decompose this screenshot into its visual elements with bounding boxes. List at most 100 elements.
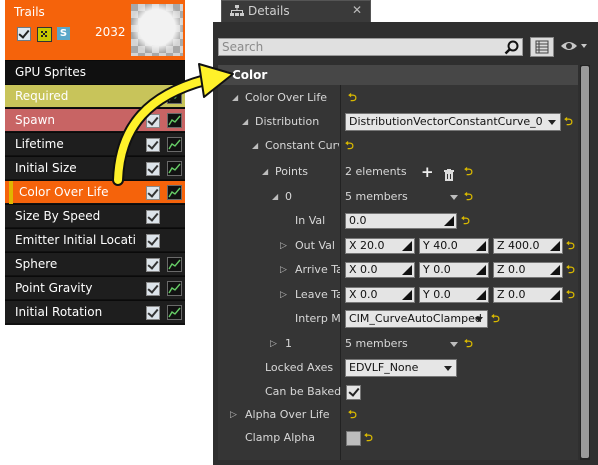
tab-details[interactable]: Details ✕ (221, 0, 371, 22)
prop-row-alpha-over-life[interactable]: ▷ Alpha Over Life ⮌ (218, 403, 578, 427)
add-element-icon[interactable]: + (421, 160, 434, 184)
prop-row-point-0[interactable]: ◢ 0 5 members ⮌ (218, 185, 578, 209)
expand-arrow-icon[interactable]: ▷ (280, 234, 287, 258)
reset-to-default-icon[interactable]: ⮌ (364, 426, 373, 450)
expand-arrow-icon[interactable]: ▷ (270, 332, 277, 356)
scrollbar-thumb[interactable] (581, 66, 589, 458)
module-enable-checkbox[interactable] (146, 138, 160, 152)
search-input[interactable]: Search (218, 38, 523, 56)
reset-to-default-icon[interactable]: ⮌ (464, 332, 473, 356)
curve-graph-icon[interactable] (167, 257, 182, 272)
emitter-solo-button[interactable]: S (57, 27, 70, 40)
expand-arrow-icon[interactable]: ◢ (272, 185, 278, 209)
arrive-y-input[interactable]: Y 0.0 (419, 262, 489, 278)
module-spawn[interactable]: Spawn (5, 108, 185, 131)
collapse-arrow-icon[interactable]: ◢ (221, 65, 228, 85)
in-val-input[interactable]: 0.0 (345, 213, 457, 229)
reset-to-default-icon[interactable]: ⮌ (464, 160, 473, 184)
emitter-enable-checkbox[interactable] (17, 27, 31, 41)
module-enable-checkbox[interactable] (146, 282, 160, 296)
curve-graph-icon[interactable] (167, 305, 182, 320)
category-header-color[interactable]: ◢ Color (218, 65, 578, 85)
module-gpu-sprites[interactable]: GPU Sprites (5, 60, 185, 83)
prop-row-clamp-alpha[interactable]: Clamp Alpha ⮌ (218, 426, 578, 450)
module-enable-checkbox[interactable] (146, 234, 160, 248)
locked-axes-combo[interactable]: EDVLF_None (345, 359, 457, 377)
chevron-down-icon[interactable] (450, 342, 458, 347)
module-point-gravity[interactable]: Point Gravity (5, 276, 185, 299)
prop-row-in-val[interactable]: In Val 0.0 ⮌ (218, 209, 578, 233)
curve-graph-icon[interactable] (167, 137, 182, 152)
module-size-by-speed[interactable]: Size By Speed (5, 204, 185, 227)
reset-to-default-icon[interactable]: ⮌ (566, 283, 575, 307)
drag-handle-icon[interactable] (444, 216, 454, 226)
curve-graph-icon[interactable] (167, 185, 182, 200)
reset-to-default-icon[interactable]: ⮌ (464, 185, 473, 209)
out-val-x-input[interactable]: X 20.0 (345, 238, 415, 254)
property-matrix-button[interactable] (530, 37, 554, 57)
module-required[interactable]: Required (5, 84, 185, 107)
reset-to-default-icon[interactable]: ⮌ (566, 234, 575, 258)
drag-handle-icon[interactable] (476, 290, 486, 300)
prop-row-leave-tangent[interactable]: ▷ Leave Ta X 0.0 Y 0.0 Z 0.0 ⮌ (218, 283, 578, 307)
reset-to-default-icon[interactable]: ⮌ (461, 209, 470, 233)
leave-z-input[interactable]: Z 0.0 (493, 287, 563, 303)
module-enable-checkbox[interactable] (146, 186, 160, 200)
drag-handle-icon[interactable] (550, 241, 560, 251)
curve-graph-icon[interactable] (167, 89, 182, 104)
drag-handle-icon[interactable] (476, 265, 486, 275)
prop-row-can-be-baked[interactable]: Can be Baked (218, 380, 578, 404)
reset-to-default-icon[interactable]: ⮌ (345, 134, 354, 158)
expand-arrow-icon[interactable]: ◢ (232, 86, 238, 110)
prop-row-interp-mode[interactable]: Interp Mo CIM_CurveAutoClamped ⮌ (218, 307, 578, 331)
drag-handle-icon[interactable] (402, 265, 412, 275)
drag-handle-icon[interactable] (402, 241, 412, 251)
expand-arrow-icon[interactable]: ▷ (230, 403, 237, 427)
drag-handle-icon[interactable] (402, 290, 412, 300)
drag-handle-icon[interactable] (550, 265, 560, 275)
emitter-render-mode-icon[interactable] (37, 27, 52, 42)
module-enable-checkbox[interactable] (146, 306, 160, 320)
prop-row-color-over-life[interactable]: ◢ Color Over Life ⮌ (218, 86, 578, 110)
module-emitter-initial-location[interactable]: Emitter Initial Locati (5, 228, 185, 251)
reset-to-default-icon[interactable]: ⮌ (348, 86, 357, 110)
view-options-eye-icon[interactable] (560, 39, 590, 56)
out-val-z-input[interactable]: Z 400.0 (493, 238, 563, 254)
prop-row-locked-axes[interactable]: Locked Axes EDVLF_None (218, 356, 578, 380)
module-enable-checkbox[interactable] (146, 114, 160, 128)
clamp-alpha-checkbox[interactable] (346, 431, 361, 446)
prop-row-arrive-tangent[interactable]: ▷ Arrive Ta X 0.0 Y 0.0 Z 0.0 ⮌ (218, 258, 578, 282)
curve-graph-icon[interactable] (167, 281, 182, 296)
module-enable-checkbox[interactable] (146, 210, 160, 224)
prop-row-point-1[interactable]: ▷ 1 5 members ⮌ (218, 332, 578, 356)
module-color-over-life[interactable]: Color Over Life (5, 180, 185, 204)
expand-arrow-icon[interactable]: ▷ (280, 258, 287, 282)
vertical-scrollbar[interactable] (580, 65, 590, 460)
can-be-baked-checkbox[interactable] (346, 385, 361, 400)
reset-to-default-icon[interactable]: ⮌ (348, 403, 357, 427)
arrive-z-input[interactable]: Z 0.0 (493, 262, 563, 278)
out-val-y-input[interactable]: Y 40.0 (419, 238, 489, 254)
chevron-down-icon[interactable] (450, 195, 458, 200)
prop-row-constant-curve[interactable]: ◢ Constant Curve ⮌ (218, 134, 578, 158)
distribution-combo[interactable]: DistributionVectorConstantCurve_0 (345, 113, 561, 131)
prop-row-distribution[interactable]: ◢ Distribution DistributionVectorConstan… (218, 110, 578, 134)
emitter-header[interactable]: Trails S 2032 (5, 0, 185, 60)
module-enable-checkbox[interactable] (146, 162, 160, 176)
module-initial-rotation[interactable]: Initial Rotation (5, 300, 185, 323)
expand-arrow-icon[interactable]: ▷ (280, 283, 287, 307)
expand-arrow-icon[interactable]: ◢ (242, 110, 248, 134)
drag-handle-icon[interactable] (550, 290, 560, 300)
prop-row-points[interactable]: ◢ Points 2 elements + ⮌ (218, 160, 578, 184)
expand-arrow-icon[interactable]: ◢ (252, 134, 258, 158)
reset-to-default-icon[interactable]: ⮌ (491, 307, 500, 331)
curve-graph-icon[interactable] (167, 161, 182, 176)
module-enable-checkbox[interactable] (146, 258, 160, 272)
prop-row-out-val[interactable]: ▷ Out Val X 20.0 Y 40.0 Z 400.0 ⮌ (218, 234, 578, 258)
close-icon[interactable]: ✕ (352, 3, 362, 17)
module-initial-size[interactable]: Initial Size (5, 156, 185, 179)
search-icon[interactable] (504, 40, 519, 58)
interp-mode-combo[interactable]: CIM_CurveAutoClamped (345, 310, 488, 328)
module-sphere[interactable]: Sphere (5, 252, 185, 275)
expand-arrow-icon[interactable]: ◢ (262, 160, 268, 184)
